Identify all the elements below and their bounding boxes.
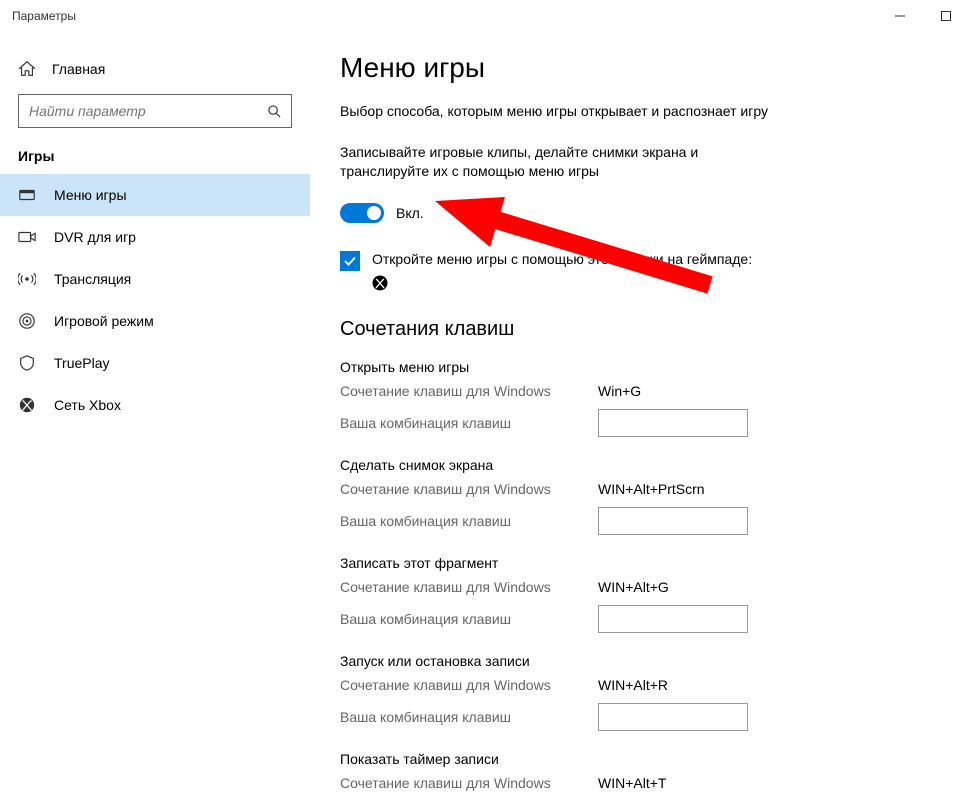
sidebar-item-label: Трансляция — [54, 271, 131, 287]
page-description-1: Выбор способа, которым меню игры открыва… — [340, 102, 780, 121]
broadcast-icon — [18, 270, 36, 288]
search-input[interactable] — [19, 103, 257, 119]
gamepad-checkbox[interactable] — [340, 251, 360, 271]
user-shortcut-label: Ваша комбинация клавиш — [340, 513, 598, 529]
user-shortcut-input[interactable] — [598, 703, 748, 731]
home-label: Главная — [52, 61, 105, 77]
game-bar-icon — [18, 186, 36, 204]
user-shortcut-label: Ваша комбинация клавиш — [340, 415, 598, 431]
shortcut-title: Сделать снимок экрана — [340, 457, 929, 473]
sidebar-item-broadcast[interactable]: Трансляция — [0, 258, 310, 300]
win-shortcut-value: WIN+Alt+R — [598, 677, 668, 693]
win-shortcut-label: Сочетание клавиш для Windows — [340, 383, 598, 399]
shortcut-block: Открыть меню игры Сочетание клавиш для W… — [340, 359, 929, 437]
win-shortcut-label: Сочетание клавиш для Windows — [340, 775, 598, 791]
sidebar: Главная Игры Меню игры DVR для игр — [0, 32, 310, 795]
minimize-button[interactable] — [877, 0, 923, 32]
xbox-button-icon — [372, 275, 929, 294]
shortcut-block: Запуск или остановка записи Сочетание кл… — [340, 653, 929, 731]
page-description-2: Записывайте игровые клипы, делайте снимк… — [340, 143, 780, 181]
maximize-button[interactable] — [923, 0, 969, 32]
dvr-icon — [18, 228, 36, 246]
sidebar-item-game-mode[interactable]: Игровой режим — [0, 300, 310, 342]
shortcut-block: Показать таймер записи Сочетание клавиш … — [340, 751, 929, 791]
win-shortcut-value: WIN+Alt+PrtScrn — [598, 481, 705, 497]
shortcut-block: Сделать снимок экрана Сочетание клавиш д… — [340, 457, 929, 535]
titlebar: Параметры — [0, 0, 969, 32]
sidebar-item-label: Сеть Xbox — [54, 397, 121, 413]
toggle-label: Вкл. — [396, 205, 424, 221]
shortcut-title: Показать таймер записи — [340, 751, 929, 767]
shortcut-block: Записать этот фрагмент Сочетание клавиш … — [340, 555, 929, 633]
sidebar-item-label: Игровой режим — [54, 313, 154, 329]
sidebar-item-label: TruePlay — [54, 355, 110, 371]
search-icon — [257, 104, 291, 119]
sidebar-item-trueplay[interactable]: TruePlay — [0, 342, 310, 384]
gamepad-checkbox-label: Откройте меню игры с помощью этой кнопки… — [372, 251, 752, 267]
sidebar-item-game-bar[interactable]: Меню игры — [0, 174, 310, 216]
user-shortcut-label: Ваша комбинация клавиш — [340, 611, 598, 627]
win-shortcut-label: Сочетание клавиш для Windows — [340, 481, 598, 497]
content-area: Меню игры Выбор способа, которым меню иг… — [310, 32, 969, 795]
sidebar-item-label: DVR для игр — [54, 229, 136, 245]
window-title: Параметры — [12, 9, 76, 23]
xbox-icon — [18, 396, 36, 414]
game-mode-icon — [18, 312, 36, 330]
win-shortcut-label: Сочетание клавиш для Windows — [340, 677, 598, 693]
sidebar-item-label: Меню игры — [54, 187, 127, 203]
sidebar-item-dvr[interactable]: DVR для игр — [0, 216, 310, 258]
shortcut-title: Открыть меню игры — [340, 359, 929, 375]
window-controls — [877, 0, 969, 32]
user-shortcut-input[interactable] — [598, 507, 748, 535]
win-shortcut-value: Win+G — [598, 383, 641, 399]
win-shortcut-label: Сочетание клавиш для Windows — [340, 579, 598, 595]
game-bar-toggle[interactable] — [340, 203, 384, 223]
user-shortcut-label: Ваша комбинация клавиш — [340, 709, 598, 725]
user-shortcut-input[interactable] — [598, 605, 748, 633]
win-shortcut-value: WIN+Alt+T — [598, 775, 666, 791]
search-box[interactable] — [18, 94, 292, 128]
home-link[interactable]: Главная — [0, 52, 310, 94]
sidebar-item-xbox-network[interactable]: Сеть Xbox — [0, 384, 310, 426]
trueplay-icon — [18, 354, 36, 372]
win-shortcut-value: WIN+Alt+G — [598, 579, 669, 595]
user-shortcut-input[interactable] — [598, 409, 748, 437]
shortcut-title: Запуск или остановка записи — [340, 653, 929, 669]
category-label: Игры — [0, 148, 310, 174]
shortcuts-heading: Сочетания клавиш — [340, 318, 929, 341]
shortcut-title: Записать этот фрагмент — [340, 555, 929, 571]
home-icon — [18, 60, 36, 78]
page-heading: Меню игры — [340, 52, 929, 84]
